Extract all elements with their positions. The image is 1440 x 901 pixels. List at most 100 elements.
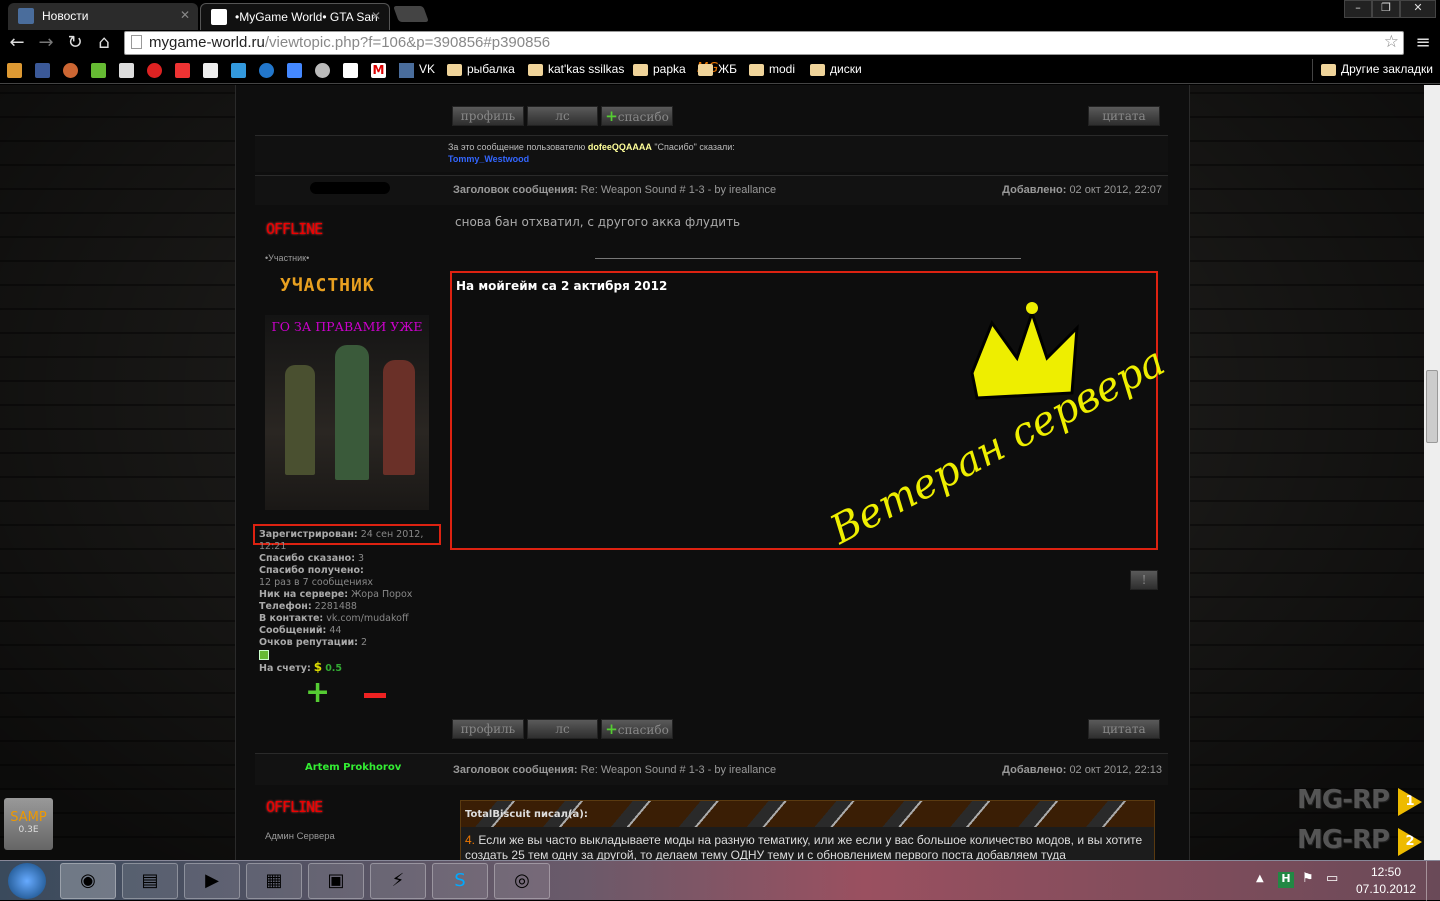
taskbar: ◉ ▤ ▶ ▦ ▣ ⚡ S ◎ ▲ H ⚑ ▭ 12:50 07.10.2012: [0, 860, 1440, 901]
app-icon[interactable]: ⚡: [370, 863, 426, 899]
profile-button[interactable]: профиль: [452, 719, 524, 739]
quote-button[interactable]: цитата: [1088, 106, 1160, 126]
thanks-button[interactable]: +спасибо: [601, 106, 673, 126]
close-window-button[interactable]: ✕: [1400, 0, 1436, 18]
pm-button[interactable]: лс: [527, 106, 598, 126]
post-author[interactable]: Artem Prokhorov: [305, 762, 401, 773]
thanker-link[interactable]: Tommy_Westwood: [448, 154, 529, 164]
star-icon[interactable]: ☆: [1384, 32, 1399, 52]
thanks-row: За это сообщение пользователю dofeeQQAAA…: [255, 135, 1168, 172]
minimize-button[interactable]: –: [1344, 0, 1372, 18]
post-date: Добавлено: 02 окт 2012, 22:13: [1002, 764, 1162, 776]
info-posts: Сообщений: 44: [259, 625, 342, 636]
control-panel-icon[interactable]: ▣: [308, 863, 364, 899]
google-icon[interactable]: [287, 63, 302, 78]
bookmark-icon[interactable]: [147, 63, 162, 78]
bookmark-icon[interactable]: [259, 63, 274, 78]
bookmark-icon[interactable]: [203, 63, 218, 78]
bookmark-folder[interactable]: papka: [633, 62, 686, 76]
mygame-icon[interactable]: [343, 63, 358, 78]
info-reputation: Очков репутации: 2: [259, 637, 368, 648]
info-registered: Зарегистрирован: 24 сен 2012, 12:21: [259, 529, 424, 552]
chrome-icon[interactable]: ◉: [60, 863, 116, 899]
bookmark-folder[interactable]: kat'kas ssilkas: [528, 62, 624, 76]
network-icon[interactable]: ▭: [1326, 871, 1338, 886]
bookmark-icon[interactable]: [175, 63, 190, 78]
close-icon[interactable]: ✕: [180, 8, 190, 22]
server-2-badge[interactable]: 2: [1398, 828, 1422, 856]
other-bookmarks[interactable]: Другие закладки: [1321, 62, 1433, 76]
bookmark-folder[interactable]: modi: [749, 62, 795, 76]
skype-icon[interactable]: S: [432, 863, 488, 899]
home-icon[interactable]: ⌂: [93, 32, 115, 53]
start-button[interactable]: [8, 863, 46, 899]
info-thanks-count[interactable]: 12 раз в 7 сообщениях: [259, 577, 444, 589]
forward-icon[interactable]: →: [35, 32, 57, 53]
time: 12:50: [1370, 865, 1402, 879]
bookmark-icon[interactable]: [63, 63, 78, 78]
back-icon[interactable]: ←: [6, 32, 28, 53]
bookmark-icon[interactable]: [7, 63, 22, 78]
new-tab-button[interactable]: [393, 6, 429, 22]
clock[interactable]: 12:50 07.10.2012: [1356, 865, 1416, 896]
gmail-icon[interactable]: M: [371, 63, 386, 78]
bookmark-icon[interactable]: [315, 63, 330, 78]
rep-plus-icon[interactable]: +: [305, 678, 330, 708]
media-player-icon[interactable]: ▶: [184, 863, 240, 899]
show-desktop-button[interactable]: [1426, 861, 1440, 901]
tfile-icon[interactable]: [119, 63, 134, 78]
tab-news[interactable]: Новости ✕: [8, 3, 198, 30]
quote-button[interactable]: цитата: [1088, 719, 1160, 739]
tray-h-icon[interactable]: H: [1278, 872, 1294, 888]
info-thanks-given: Спасибо сказано: 3: [259, 553, 365, 564]
report-button[interactable]: !: [1130, 570, 1158, 590]
button-label: спасибо: [617, 110, 669, 124]
bookmark-label: рыбалка: [467, 62, 515, 76]
thanked-user[interactable]: dofeeQQAAAA: [588, 142, 652, 152]
user-info: Зарегистрирован: 24 сен 2012, 12:21 Спас…: [259, 529, 444, 675]
maximize-button[interactable]: ❐: [1372, 0, 1400, 18]
rep-minus-icon[interactable]: [364, 693, 386, 698]
bookmark-vk[interactable]: VK: [399, 62, 435, 78]
close-icon[interactable]: ✕: [371, 9, 381, 23]
winrar-icon[interactable]: ▦: [246, 863, 302, 899]
show-hidden-icons[interactable]: ▲: [1256, 873, 1264, 884]
address-bar[interactable]: mygame-world.ru/viewtopic.php?f=106&p=39…: [124, 31, 1404, 55]
samp-widget[interactable]: SAMP 0.3E: [4, 798, 53, 850]
explorer-icon[interactable]: ▤: [122, 863, 178, 899]
profile-button[interactable]: профиль: [452, 106, 524, 126]
facebook-icon[interactable]: [35, 63, 50, 78]
plus-icon: +: [605, 107, 618, 125]
scrollbar[interactable]: [1424, 85, 1440, 860]
mgrp-server-2[interactable]: MG-RP: [1297, 825, 1390, 855]
page-content: профиль лс +спасибо цитата За это сообще…: [0, 85, 1424, 860]
pm-button[interactable]: лс: [527, 719, 598, 739]
user-rank: •Участник•: [265, 253, 310, 263]
app-icon[interactable]: ◎: [494, 863, 550, 899]
bookmark-icon[interactable]: [231, 63, 246, 78]
info-vk: В контакте: vk.com/mudakoff: [259, 613, 409, 624]
menu-icon[interactable]: ≡: [1412, 32, 1434, 53]
thanks-button[interactable]: +спасибо: [601, 719, 673, 739]
status-offline: OFFLINE: [266, 220, 323, 238]
post-header: Artem Prokhorov Заголовок сообщения: Re:…: [255, 753, 1168, 785]
bookmark-folder[interactable]: диски: [810, 62, 862, 76]
vk-link[interactable]: vk.com/mudakoff: [326, 613, 408, 624]
flag-icon[interactable]: ⚑: [1302, 871, 1314, 886]
reload-icon[interactable]: ↻: [64, 32, 86, 53]
bookmark-label: kat'kas ssilkas: [548, 62, 625, 76]
bookmark-folder[interactable]: рыбалка: [447, 62, 515, 76]
page-icon: [131, 35, 142, 49]
tab-strip: Новости ✕ •MyGame World• GTA San ✕ – ❐ ✕: [0, 0, 1440, 30]
avatar-caption: ГО ЗА ПРАВАМИ УЖЕ: [271, 319, 423, 334]
bookmark-icon[interactable]: [91, 63, 106, 78]
server-1-badge[interactable]: 1: [1398, 788, 1422, 816]
bookmark-mg[interactable]: ЖБ: [698, 62, 737, 76]
tab-mygame[interactable]: •MyGame World• GTA San ✕: [200, 3, 390, 30]
post-subject: Заголовок сообщения: Re: Weapon Sound # …: [453, 764, 777, 776]
status-offline: OFFLINE: [266, 798, 323, 816]
mgrp-server-1[interactable]: MG-RP: [1297, 785, 1390, 815]
date: 07.10.2012: [1356, 882, 1417, 896]
rank-image: УЧАСТНИК: [280, 275, 375, 296]
scrollbar-thumb[interactable]: [1426, 370, 1438, 443]
